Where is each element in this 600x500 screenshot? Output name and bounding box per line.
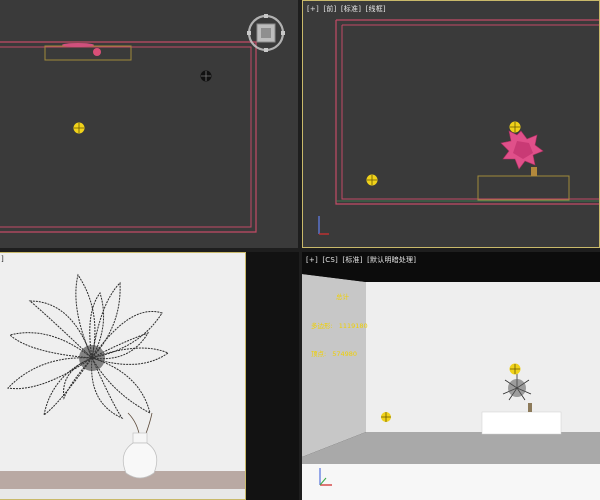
omni-light-icon[interactable] (366, 174, 378, 186)
axis-tripod-icon (318, 216, 329, 235)
viewport-bottom-right[interactable]: [+] [CS] [标准] [默认明暗处理] 总计 多边形: 1119180 顶… (302, 252, 600, 500)
vase-render (122, 432, 158, 479)
render-view (0, 273, 245, 499)
flower-wireframe (500, 130, 544, 170)
viewport-menu-shading[interactable]: [默认明暗处理] (367, 256, 416, 264)
viewport-label: ] (1, 255, 4, 263)
viewport-menu-shading[interactable]: [线框] (366, 5, 386, 13)
viewport-menu-plus[interactable]: [+] (306, 256, 318, 264)
viewport-menu-view[interactable]: [前] (323, 5, 336, 13)
viewport-divider-panel (246, 252, 299, 500)
stats-row-vertices: 顶点: 574980 (311, 350, 358, 358)
viewport-label[interactable]: [+] [CS] [标准] [默认明暗处理] (306, 255, 418, 265)
viewport-menu-camera[interactable]: [CS] (322, 256, 338, 264)
viewport-menu-plus[interactable]: [+] (307, 5, 319, 13)
viewport-menu-standard[interactable]: [标准] (342, 256, 362, 264)
omni-light-icon[interactable] (200, 70, 212, 82)
viewport-top-left[interactable] (0, 0, 298, 248)
omni-light-icon[interactable] (509, 363, 521, 375)
viewport-top-right[interactable]: [+] [前] [标准] [线框] (302, 0, 600, 248)
stats-row-polygons: 多边形: 1119180 (311, 321, 368, 330)
viewport-bottom-left[interactable]: ] (0, 252, 246, 500)
top-right-wireframe (318, 19, 599, 235)
viewport-label[interactable]: [+] [前] [标准] [线框] (307, 4, 388, 14)
viewport-menu-standard[interactable]: [标准] (341, 5, 361, 13)
omni-light-icon[interactable] (509, 121, 521, 133)
omni-light-icon[interactable] (73, 122, 85, 134)
viewcube-icon[interactable] (246, 13, 286, 53)
scene-statistics: 总计 多边形: 1119180 顶点: 574980 (311, 274, 368, 379)
omni-light-icon[interactable] (381, 412, 391, 422)
stats-title: 总计 (336, 293, 349, 301)
